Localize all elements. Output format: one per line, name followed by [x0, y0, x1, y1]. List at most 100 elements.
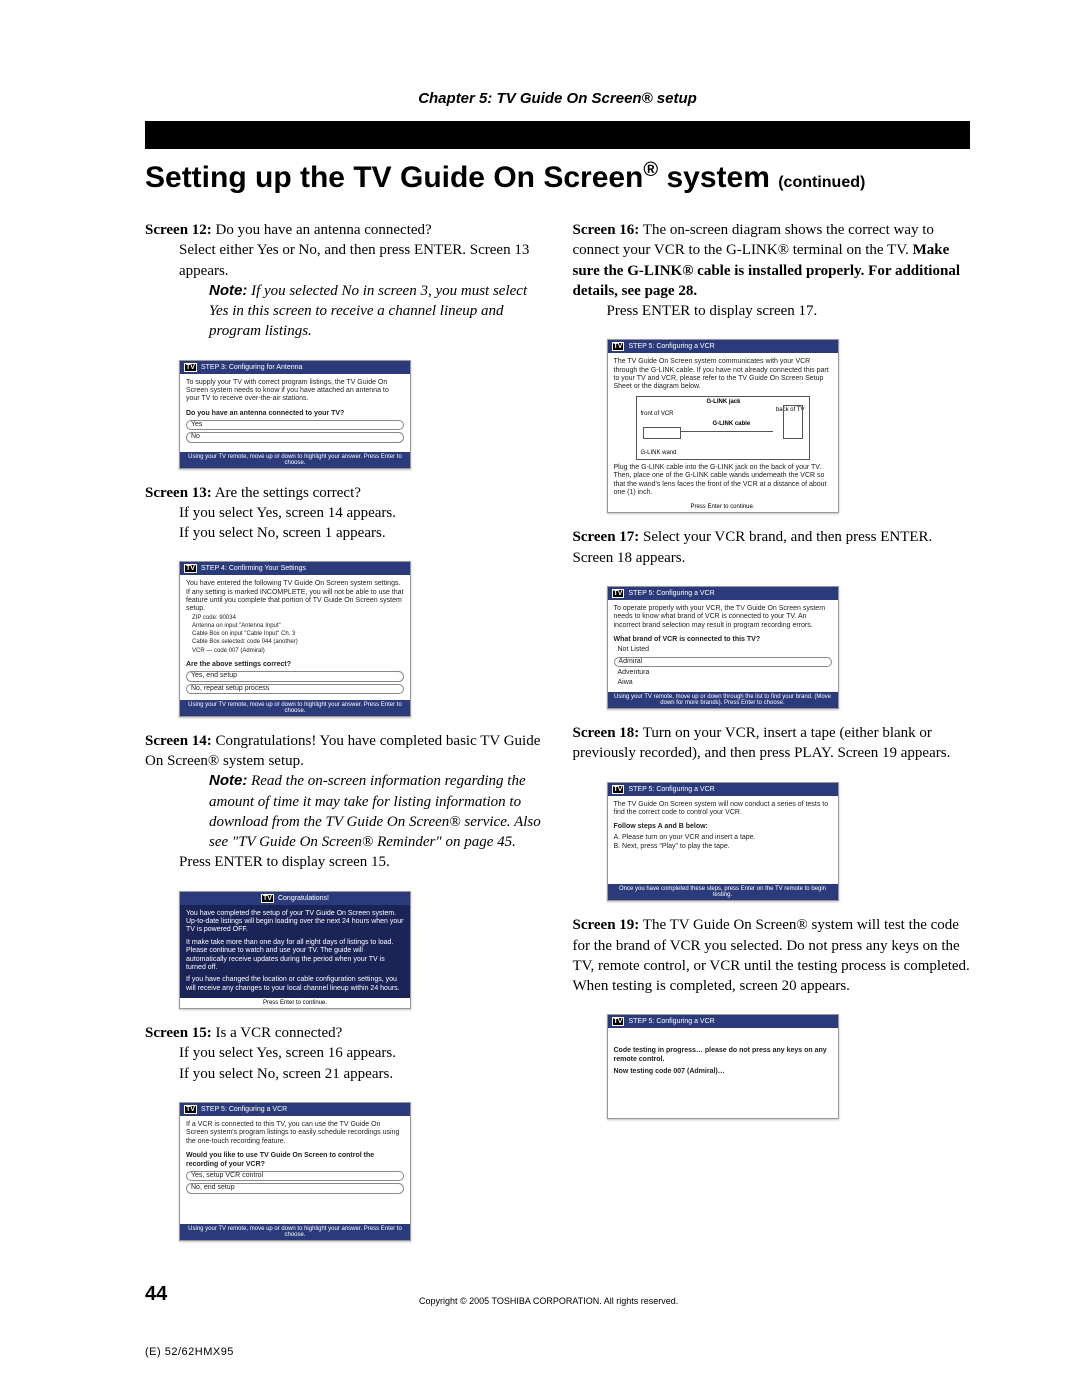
thumb-option-notlisted: Not Listed — [614, 646, 832, 654]
tv-icon: TV — [261, 894, 274, 903]
thumb-setting-antenna: Antenna on input "Antenna Input" — [186, 623, 404, 630]
screen-14: Screen 14: Congratulations! You have com… — [145, 731, 543, 873]
note-label: Note: — [209, 282, 247, 299]
diagram-front-vcr: front of VCR — [641, 411, 674, 418]
screen-19-label: Screen 19: — [573, 917, 640, 933]
page-title: Setting up the TV Guide On Screen® syste… — [145, 149, 970, 202]
screen-16-label: Screen 16: — [573, 222, 640, 238]
screen-15: Screen 15: Is a VCR connected? If you se… — [145, 1023, 543, 1084]
thumb-question: Are the above settings correct? — [186, 661, 404, 669]
screen-12-body: Select either Yes or No, and then press … — [145, 240, 543, 281]
thumb-p1: You have completed the setup of your TV … — [186, 910, 404, 935]
thumb-question: What brand of VCR is connected to this T… — [614, 636, 832, 644]
screen-18-thumbnail: TVSTEP 5: Configuring a VCR The TV Guide… — [607, 782, 839, 902]
thumb-intro: You have entered the following TV Guide … — [186, 580, 404, 614]
page-number: 44 — [145, 1283, 167, 1306]
thumb-footer: Using your TV remote, move up or down to… — [180, 1224, 410, 1240]
thumb-hdr-text: STEP 3: Configuring for Antenna — [201, 364, 302, 371]
thumb-p2: It make take more than one day for all e… — [186, 939, 404, 973]
screen-17-label: Screen 17: — [573, 529, 640, 545]
thumb-footer: Once you have completed these steps, pre… — [608, 884, 838, 900]
thumb-hdr-text: STEP 5: Configuring a VCR — [628, 590, 714, 597]
tv-icon: TV — [612, 589, 625, 598]
screen-15-body2: If you select No, screen 21 appears. — [145, 1064, 543, 1084]
screen-12-lead: Do you have an antenna connected? — [212, 222, 432, 238]
thumb-step-a: A. Please turn on your VCR and insert a … — [614, 834, 832, 842]
screen-14-thumbnail: TV Congratulations! You have completed th… — [179, 891, 411, 1010]
title-main: Setting up the TV Guide On Screen — [145, 161, 643, 194]
copyright: Copyright © 2005 TOSHIBA CORPORATION. Al… — [167, 1296, 930, 1306]
screen-17-thumbnail: TVSTEP 5: Configuring a VCR To operate p… — [607, 586, 839, 709]
thumb-step-b: B. Next, press "Play" to play the tape. — [614, 843, 832, 851]
thumb-post: Plug the G-LINK cable into the G-LINK ja… — [614, 464, 832, 498]
thumb-setting-vcr: VCR — code 007 (Admiral) — [186, 648, 404, 655]
thumb-hdr-text: STEP 5: Configuring a VCR — [201, 1106, 287, 1113]
chapter-heading: Chapter 5: TV Guide On Screen® setup — [145, 90, 970, 107]
screen-12-thumbnail: TV STEP 3: Configuring for Antenna To sup… — [179, 360, 411, 469]
footer-model-code: (E) 52/62HMX95 — [145, 1346, 970, 1358]
tv-icon: TV — [184, 363, 197, 372]
tv-icon: TV — [612, 785, 625, 794]
thumb-question: Follow steps A and B below: — [614, 823, 832, 831]
thumb-setting-cablecode: Cable Box selected: code 044 (another) — [186, 639, 404, 646]
screen-17: Screen 17: Select your VCR brand, and th… — [573, 527, 971, 568]
thumb-intro: To supply your TV with correct program l… — [186, 379, 404, 404]
diagram-glink-wand: G-LINK wand — [641, 450, 677, 457]
screen-13-label: Screen 13: — [145, 485, 212, 501]
screen-19: Screen 19: The TV Guide On Screen® syste… — [573, 915, 971, 996]
screen-13-body2: If you select No, screen 1 appears. — [145, 523, 543, 543]
note-text: If you selected No in screen 3, you must… — [209, 283, 527, 340]
screen-15-thumbnail: TVSTEP 5: Configuring a VCR If a VCR is … — [179, 1102, 411, 1241]
screen-16-tail: Press ENTER to display screen 17. — [573, 301, 971, 321]
thumb-intro: The TV Guide On Screen system will now c… — [614, 801, 832, 818]
thumb-footer: Using your TV remote, move up or down th… — [608, 692, 838, 708]
screen-15-label: Screen 15: — [145, 1025, 212, 1041]
thumb-testing-code: Now testing code 007 (Admiral)… — [614, 1068, 832, 1076]
thumb-option-yes: Yes, setup VCR control — [186, 1171, 404, 1181]
note-label: Note: — [209, 772, 247, 789]
thumb-hdr-text: STEP 4: Confirming Your Settings — [201, 565, 306, 572]
screen-13-body1: If you select Yes, screen 14 appears. — [145, 503, 543, 523]
thumb-option-yes: Yes — [186, 420, 404, 430]
thumb-hdr-text: STEP 5: Configuring a VCR — [628, 1018, 714, 1025]
left-column: Screen 12: Do you have an antenna connec… — [145, 220, 543, 1255]
glink-diagram: front of VCR G-LINK jack back of TV G-LI… — [636, 396, 810, 460]
screen-16: Screen 16: The on-screen diagram shows t… — [573, 220, 971, 321]
thumb-testing-msg: Code testing in progress… please do not … — [614, 1047, 832, 1064]
thumb-setting-cablebox: Cable Box on input "Cable Input" Ch. 3 — [186, 631, 404, 638]
screen-12-label: Screen 12: — [145, 222, 212, 238]
screen-13: Screen 13: Are the settings correct? If … — [145, 483, 543, 544]
thumb-option-adventura: Adventura — [614, 669, 832, 677]
screen-14-tail: Press ENTER to display screen 15. — [145, 852, 543, 872]
thumb-option-aiwa: Aiwa — [614, 679, 832, 687]
thumb-intro: The TV Guide On Screen system communicat… — [614, 358, 832, 392]
page-footer: 44 Copyright © 2005 TOSHIBA CORPORATION.… — [145, 1283, 970, 1306]
thumb-option-no: No — [186, 432, 404, 442]
thumb-option-yes: Yes, end setup — [186, 671, 404, 681]
diagram-glink-cable: G-LINK cable — [713, 421, 751, 428]
title-system: system — [658, 161, 778, 194]
thumb-footer: Using your TV remote, move up or down to… — [180, 700, 410, 716]
thumb-hdr-text: STEP 5: Configuring a VCR — [628, 343, 714, 350]
thumb-footer: Using your TV remote, move up or down to… — [180, 452, 410, 468]
tv-icon: TV — [184, 1105, 197, 1114]
screen-14-label: Screen 14: — [145, 733, 212, 749]
thumb-hdr-text: Congratulations! — [278, 895, 329, 902]
thumb-footer: Press Enter to continue. — [608, 502, 838, 512]
screen-15-body1: If you select Yes, screen 16 appears. — [145, 1043, 543, 1063]
tv-icon: TV — [612, 342, 625, 351]
thumb-question: Would you like to use TV Guide On Screen… — [186, 1152, 404, 1169]
thumb-question: Do you have an antenna connected to your… — [186, 410, 404, 418]
thumb-hdr-text: STEP 5: Configuring a VCR — [628, 786, 714, 793]
tv-icon: TV — [184, 564, 197, 573]
thumb-footer: Press Enter to continue. — [180, 998, 410, 1008]
right-column: Screen 16: The on-screen diagram shows t… — [573, 220, 971, 1255]
screen-12: Screen 12: Do you have an antenna connec… — [145, 220, 543, 342]
tv-icon: TV — [612, 1017, 625, 1026]
title-reg: ® — [643, 159, 658, 181]
screen-15-lead: Is a VCR connected? — [212, 1025, 343, 1041]
note-text: Read the on-screen information regarding… — [209, 773, 541, 850]
screen-12-note: Note: If you selected No in screen 3, yo… — [145, 281, 543, 342]
screen-13-lead: Are the settings correct? — [212, 485, 361, 501]
thumb-option-admiral: Admiral — [614, 657, 832, 667]
